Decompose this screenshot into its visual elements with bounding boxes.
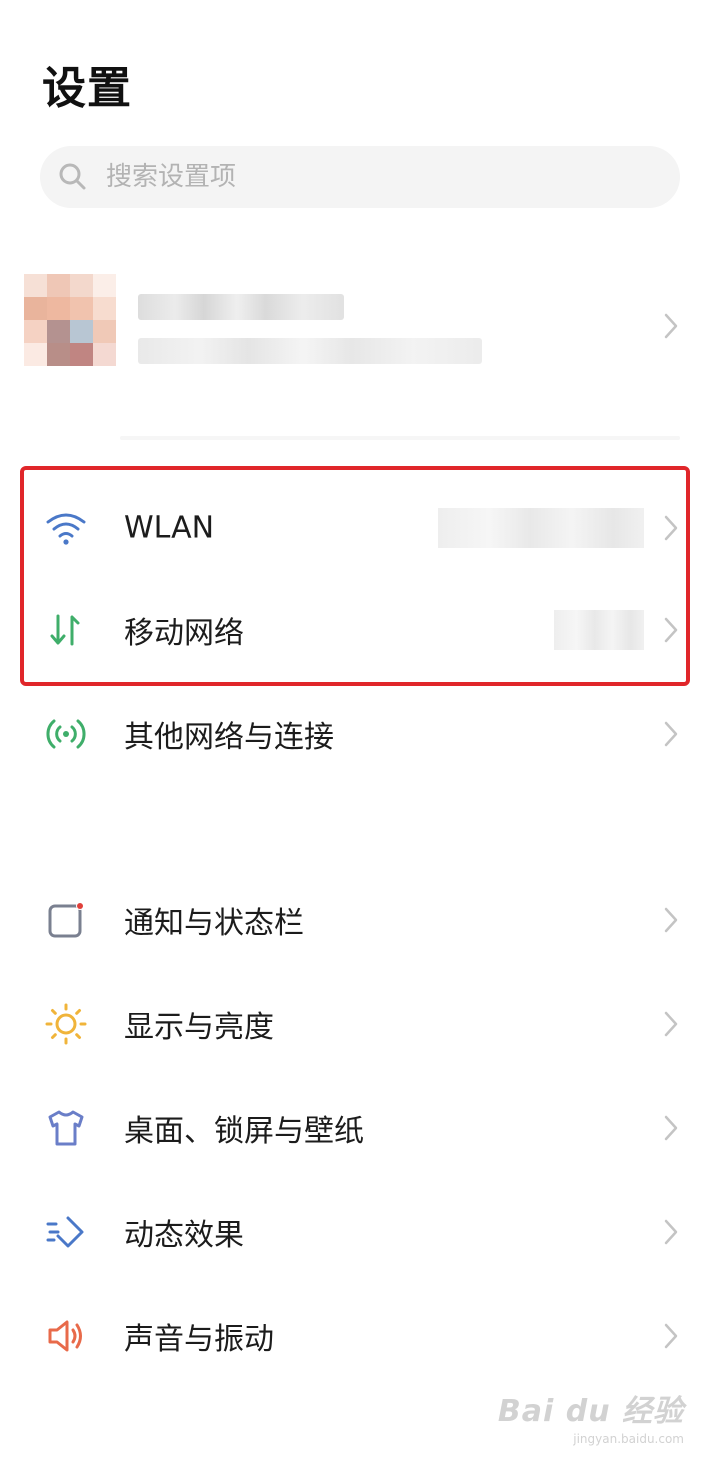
chevron-right-icon	[664, 1323, 678, 1349]
chevron-right-icon	[664, 515, 678, 541]
chevron-right-icon	[664, 313, 678, 339]
mobile-data-icon	[50, 614, 80, 646]
search-bar[interactable]	[40, 146, 680, 208]
notification-icon	[48, 902, 84, 938]
mobile-network-value-blurred	[554, 610, 644, 650]
sun-icon	[45, 1003, 87, 1045]
other-connections-label: 其他网络与连接	[124, 720, 334, 755]
connection-icon	[46, 719, 86, 749]
watermark-url: jingyan.baidu.com	[573, 1432, 684, 1446]
chevron-right-icon	[664, 617, 678, 643]
search-icon	[59, 163, 86, 190]
chevron-right-icon	[664, 907, 678, 933]
notification-label: 通知与状态栏	[124, 906, 304, 941]
wlan-value-blurred	[438, 508, 644, 548]
settings-item-notification[interactable]: 通知与状态栏	[0, 868, 720, 972]
wifi-icon	[46, 513, 86, 545]
chevron-right-icon	[664, 1011, 678, 1037]
settings-item-wlan[interactable]: WLAN	[0, 476, 720, 580]
account-detail-blurred	[138, 338, 482, 364]
motion-icon	[46, 1216, 84, 1248]
wlan-label: WLAN	[124, 510, 215, 546]
settings-item-mobile-network[interactable]: 移动网络	[0, 578, 720, 682]
account-name-blurred	[138, 294, 344, 320]
settings-item-animation[interactable]: 动态效果	[0, 1180, 720, 1284]
settings-item-desktop[interactable]: 桌面、锁屏与壁纸	[0, 1076, 720, 1180]
search-input[interactable]	[104, 161, 628, 193]
avatar	[24, 274, 116, 366]
desktop-label: 桌面、锁屏与壁纸	[124, 1114, 364, 1149]
settings-item-sound[interactable]: 声音与振动	[0, 1284, 720, 1388]
watermark: Bai du 经验 jingyan.baidu.com	[498, 1386, 684, 1446]
settings-item-other-connections[interactable]: 其他网络与连接	[0, 682, 720, 786]
speaker-icon	[48, 1320, 82, 1352]
page-title: 设置	[42, 63, 132, 114]
settings-item-display[interactable]: 显示与亮度	[0, 972, 720, 1076]
chevron-right-icon	[664, 721, 678, 747]
mobile-network-label: 移动网络	[124, 616, 244, 651]
shirt-icon	[48, 1110, 84, 1146]
sound-label: 声音与振动	[124, 1322, 274, 1357]
watermark-logo: Bai du 经验	[497, 1394, 684, 1429]
divider	[120, 436, 680, 440]
account-row[interactable]	[0, 262, 720, 390]
chevron-right-icon	[664, 1115, 678, 1141]
display-label: 显示与亮度	[124, 1010, 274, 1045]
animation-label: 动态效果	[124, 1218, 244, 1253]
chevron-right-icon	[664, 1219, 678, 1245]
